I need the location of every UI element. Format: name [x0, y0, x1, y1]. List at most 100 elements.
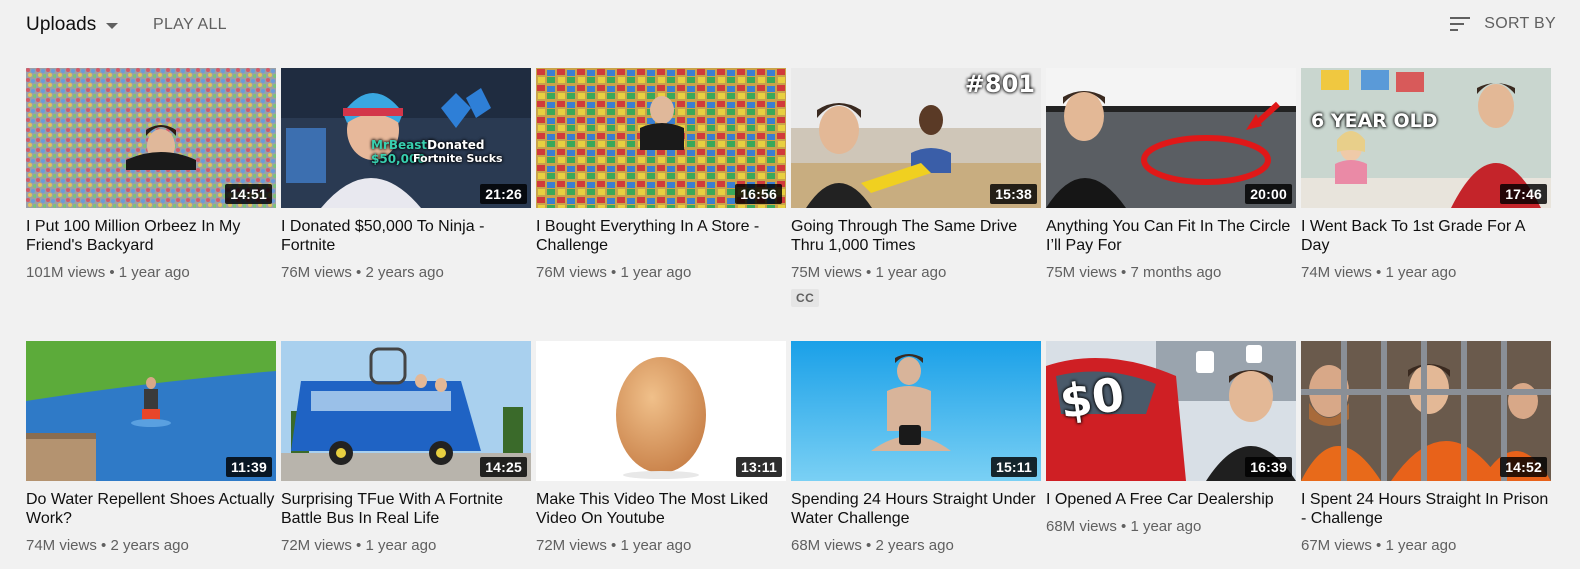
video-title[interactable]: Going Through The Same Drive Thru 1,000 … — [791, 217, 1041, 255]
upload-age: 7 months ago — [1130, 264, 1222, 281]
video-duration: 13:11 — [735, 457, 782, 477]
video-meta: 68M views • 1 year ago — [1046, 518, 1202, 535]
video-meta: 74M views • 1 year ago — [1301, 264, 1457, 281]
closed-captions-badge: CC — [791, 289, 820, 307]
video-title[interactable]: I Donated $50,000 To Ninja - Fortnite — [281, 217, 531, 255]
video-title[interactable]: Spending 24 Hours Straight Under Water C… — [791, 490, 1041, 528]
upload-age: 1 year ago — [1385, 264, 1457, 281]
video-thumbnail[interactable]: 14:52 — [1301, 341, 1551, 481]
video-card[interactable]: 16:56 I Bought Everything In A Store - C… — [536, 68, 786, 310]
upload-age: 2 years ago — [110, 537, 189, 554]
video-thumbnail[interactable]: 14:25 — [281, 341, 531, 481]
video-duration: 15:38 — [990, 184, 1037, 204]
upload-age: 2 years ago — [875, 537, 954, 554]
video-thumbnail[interactable]: 14:51 — [26, 68, 276, 208]
video-thumbnail[interactable]: $0 16:39 — [1046, 341, 1296, 481]
thumbnail-overlay-text: $0 — [1056, 366, 1128, 430]
upload-age: 1 year ago — [1385, 537, 1457, 554]
sort-by-button[interactable]: SORT BY — [1448, 12, 1556, 36]
video-meta: 68M views • 2 years ago — [791, 537, 954, 554]
video-thumbnail[interactable]: 13:11 — [536, 341, 786, 481]
video-card[interactable]: 6 YEAR OLD 17:46 I Went Back To 1st Grad… — [1301, 68, 1551, 310]
video-title[interactable]: I Spent 24 Hours Straight In Prison - Ch… — [1301, 490, 1551, 528]
sort-icon — [1448, 14, 1472, 34]
view-count: 68M views — [1046, 518, 1117, 535]
video-thumbnail[interactable]: 11:39 — [26, 341, 276, 481]
view-count: 75M views — [791, 264, 862, 281]
video-card[interactable]: 11:39 Do Water Repellent Shoes Actually … — [26, 341, 276, 569]
video-row: 14:51 I Put 100 Million Orbeez In My Fri… — [26, 68, 1556, 310]
view-count: 72M views — [281, 537, 352, 554]
video-duration: 11:39 — [225, 457, 272, 477]
thumbnail-overlay-text: #801 — [964, 70, 1035, 98]
upload-age: 1 year ago — [1130, 518, 1202, 535]
video-thumbnail[interactable]: 6 YEAR OLD 17:46 — [1301, 68, 1551, 208]
uploads-label: Uploads — [26, 14, 97, 35]
upload-age: 1 year ago — [875, 264, 947, 281]
overlay-name: MrBeast — [371, 138, 428, 152]
overlay-word: Donated — [427, 138, 485, 152]
video-meta: 72M views • 1 year ago — [536, 537, 692, 554]
play-all-button[interactable]: PLAY ALL — [153, 16, 227, 34]
video-meta: 76M views • 1 year ago — [536, 264, 692, 281]
video-meta: 74M views • 2 years ago — [26, 537, 189, 554]
video-card[interactable]: 14:52 I Spent 24 Hours Straight In Priso… — [1301, 341, 1551, 569]
video-duration: 21:26 — [480, 184, 527, 204]
view-count: 76M views — [536, 264, 607, 281]
uploads-header: Uploads PLAY ALL SORT BY — [0, 0, 1580, 50]
upload-age: 2 years ago — [365, 264, 444, 281]
caret-down-icon — [106, 23, 119, 29]
video-title[interactable]: Make This Video The Most Liked Video On … — [536, 490, 786, 528]
upload-age: 1 year ago — [620, 537, 692, 554]
thumbnail-overlay-text: 6 YEAR OLD — [1311, 110, 1438, 132]
video-card[interactable]: MrBeastDonated $50,000 Fortnite Sucks 21… — [281, 68, 531, 310]
video-title[interactable]: I Went Back To 1st Grade For A Day — [1301, 217, 1551, 255]
view-count: 74M views — [26, 537, 97, 554]
view-count: 75M views — [1046, 264, 1117, 281]
video-title[interactable]: I Opened A Free Car Dealership — [1046, 490, 1296, 509]
video-meta: 72M views • 1 year ago — [281, 537, 437, 554]
video-title[interactable]: Anything You Can Fit In The Circle I’ll … — [1046, 217, 1296, 255]
thumbnail-overlay-subtext: Fortnite Sucks — [413, 152, 503, 165]
video-duration: 16:56 — [735, 184, 782, 204]
view-count: 101M views — [26, 264, 106, 281]
video-meta: 67M views • 1 year ago — [1301, 537, 1457, 554]
video-title[interactable]: I Put 100 Million Orbeez In My Friend's … — [26, 217, 276, 255]
video-card[interactable]: 20:00 Anything You Can Fit In The Circle… — [1046, 68, 1296, 310]
video-card[interactable]: 13:11 Make This Video The Most Liked Vid… — [536, 341, 786, 569]
video-card[interactable]: 14:25 Surprising TFue With A Fortnite Ba… — [281, 341, 531, 569]
video-duration: 20:00 — [1245, 184, 1292, 204]
video-title[interactable]: I Bought Everything In A Store - Challen… — [536, 217, 786, 255]
video-thumbnail[interactable]: MrBeastDonated $50,000 Fortnite Sucks 21… — [281, 68, 531, 208]
video-meta: 75M views • 1 year ago — [791, 264, 947, 281]
video-title[interactable]: Do Water Repellent Shoes Actually Work? — [26, 490, 276, 528]
video-meta: 75M views • 7 months ago — [1046, 264, 1222, 281]
video-grid: 14:51 I Put 100 Million Orbeez In My Fri… — [26, 68, 1556, 569]
video-meta: 101M views • 1 year ago — [26, 264, 190, 281]
video-thumbnail[interactable]: #801 15:38 — [791, 68, 1041, 208]
uploads-dropdown[interactable]: Uploads — [26, 12, 119, 38]
view-count: 76M views — [281, 264, 352, 281]
video-card[interactable]: #801 15:38 Going Through The Same Drive … — [791, 68, 1041, 310]
video-duration: 14:25 — [480, 457, 527, 477]
video-card[interactable]: $0 16:39 I Opened A Free Car Dealership … — [1046, 341, 1296, 569]
upload-age: 1 year ago — [620, 264, 692, 281]
video-duration: 16:39 — [1245, 457, 1292, 477]
video-thumbnail[interactable]: 15:11 — [791, 341, 1041, 481]
view-count: 67M views — [1301, 537, 1372, 554]
upload-age: 1 year ago — [365, 537, 437, 554]
video-thumbnail[interactable]: 20:00 — [1046, 68, 1296, 208]
video-card[interactable]: 15:11 Spending 24 Hours Straight Under W… — [791, 341, 1041, 569]
video-title[interactable]: Surprising TFue With A Fortnite Battle B… — [281, 490, 531, 528]
view-count: 68M views — [791, 537, 862, 554]
video-meta: 76M views • 2 years ago — [281, 264, 444, 281]
sort-by-label: SORT BY — [1484, 15, 1556, 32]
video-duration: 14:51 — [225, 184, 272, 204]
upload-age: 1 year ago — [118, 264, 190, 281]
video-row: 11:39 Do Water Repellent Shoes Actually … — [26, 341, 1556, 569]
video-duration: 15:11 — [990, 457, 1037, 477]
view-count: 72M views — [536, 537, 607, 554]
view-count: 74M views — [1301, 264, 1372, 281]
video-card[interactable]: 14:51 I Put 100 Million Orbeez In My Fri… — [26, 68, 276, 310]
video-thumbnail[interactable]: 16:56 — [536, 68, 786, 208]
